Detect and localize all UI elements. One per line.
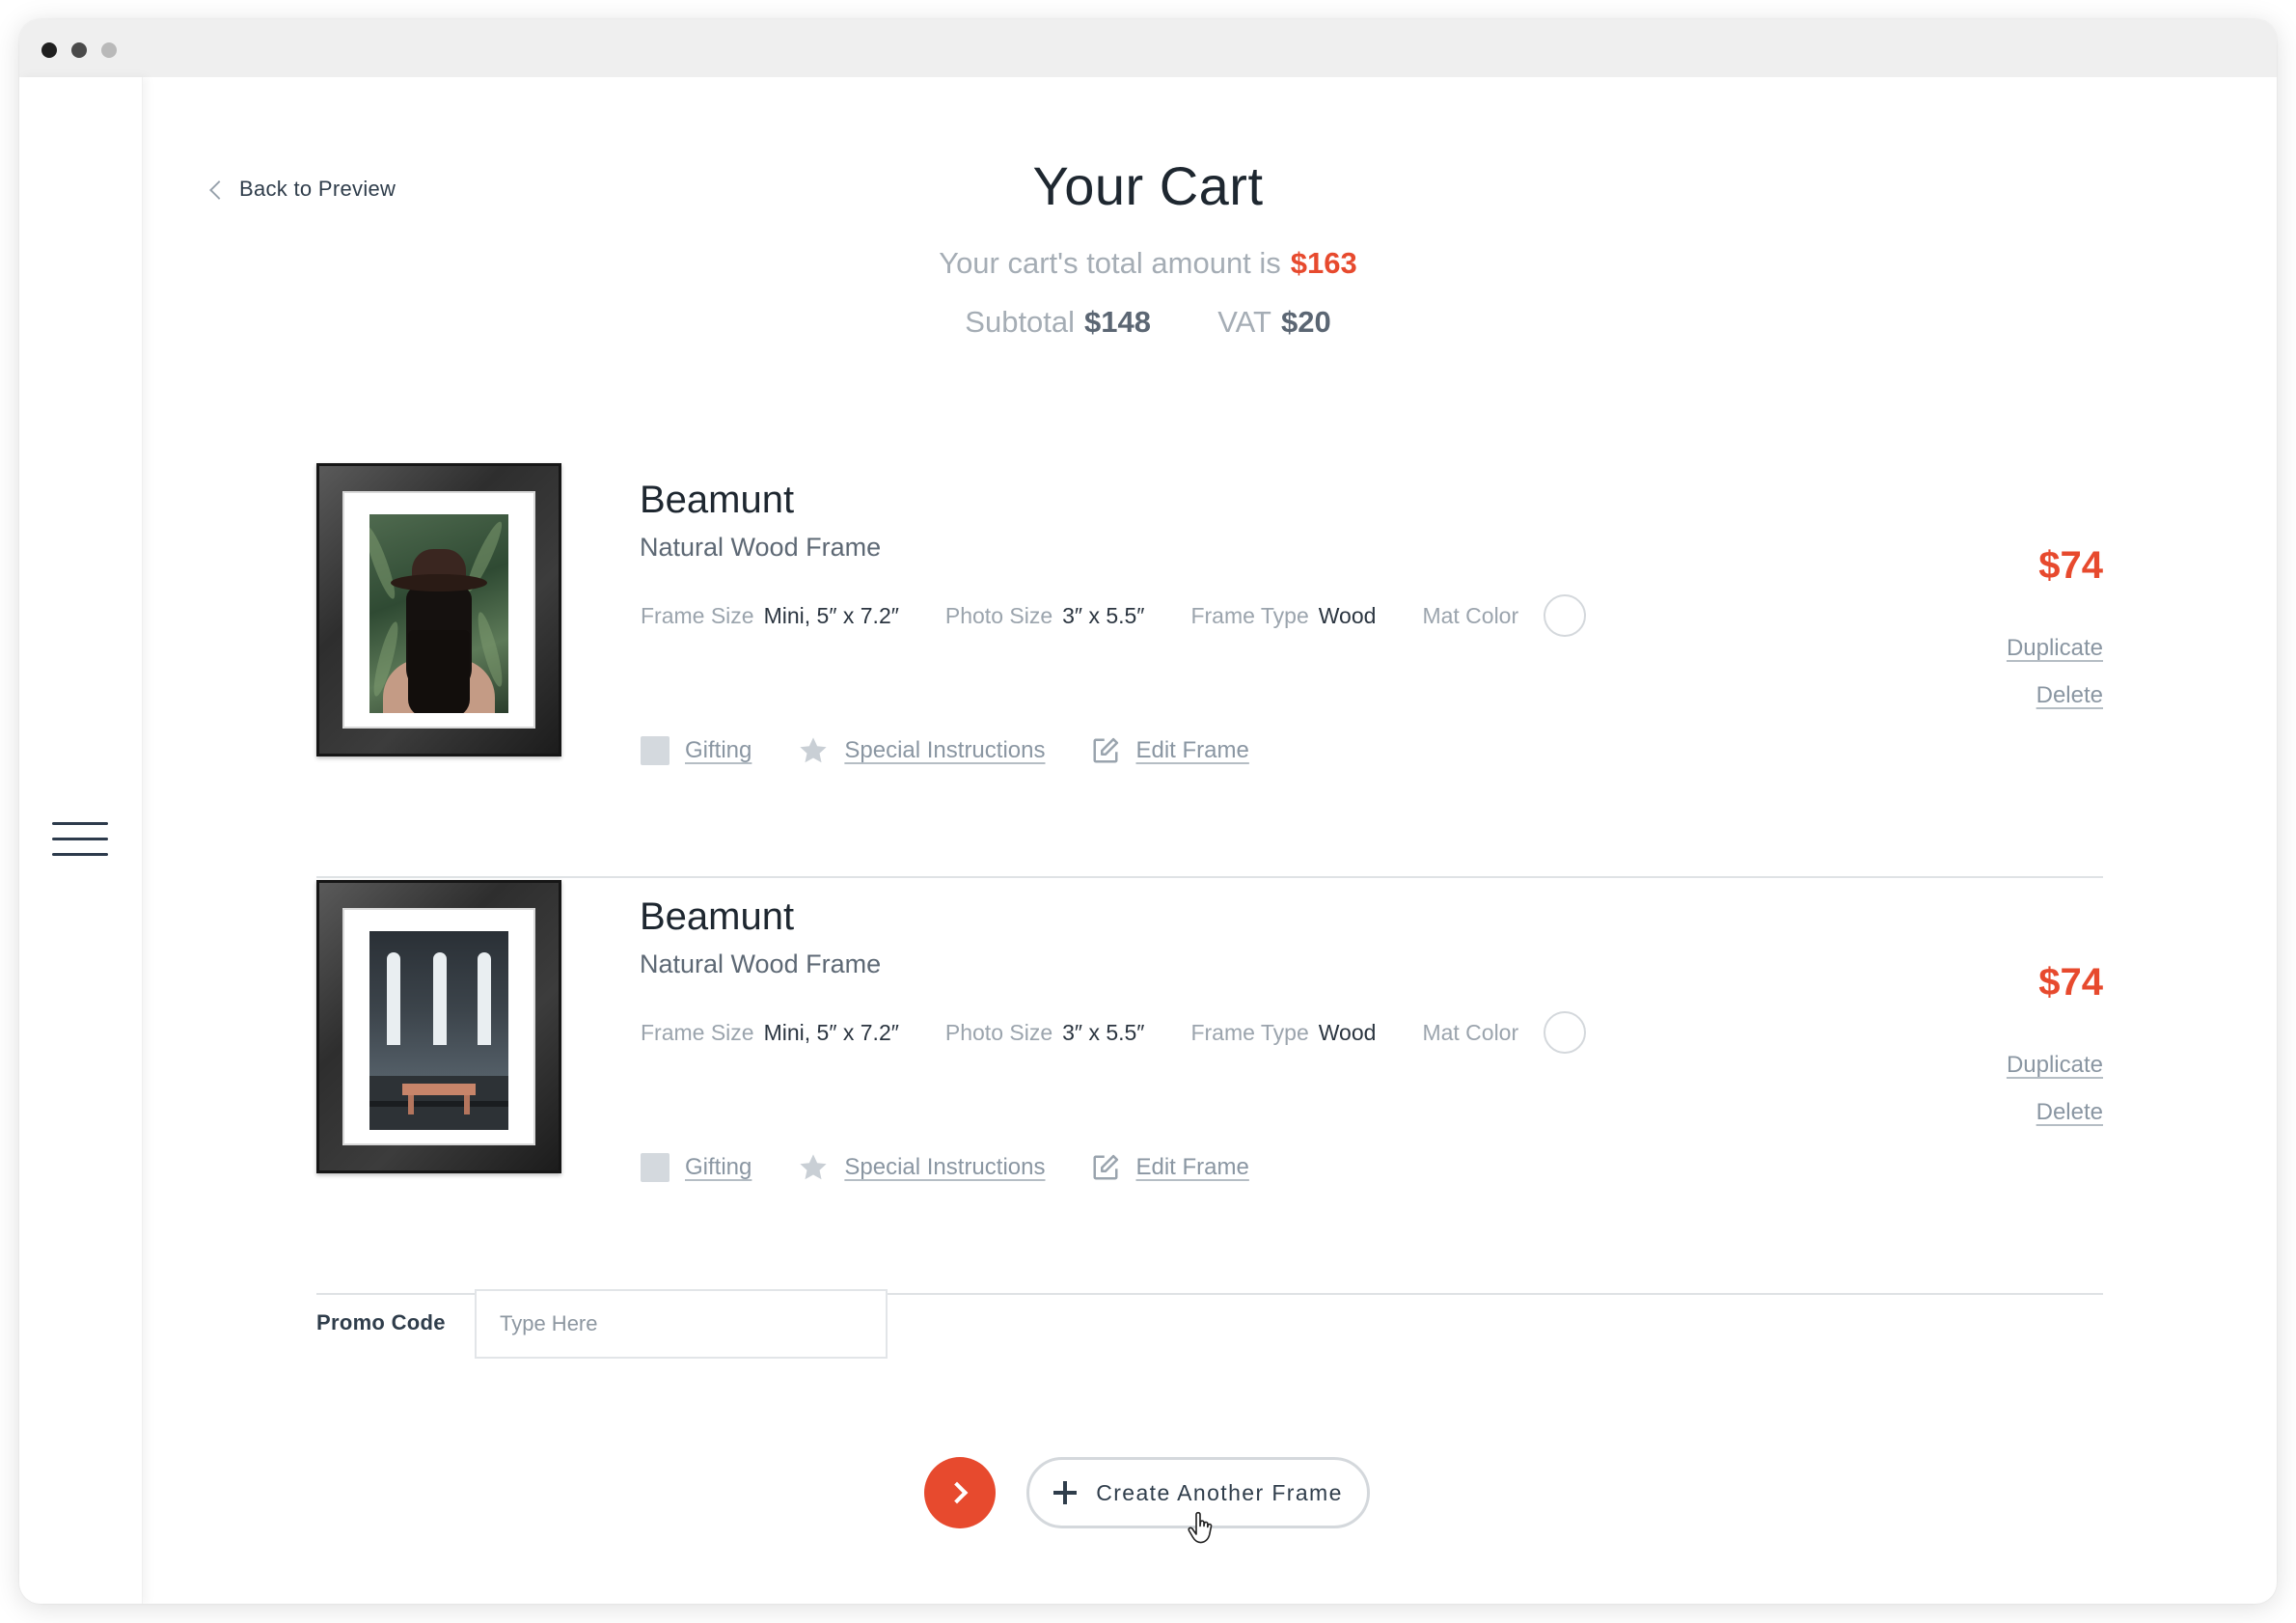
- frame-thumbnail: [316, 880, 561, 1173]
- item-price: $74: [2038, 961, 2103, 1004]
- star-icon: [800, 737, 827, 763]
- cart-total-line: Your cart's total amount is $163: [19, 246, 2277, 281]
- mat-color-swatch[interactable]: [1544, 1011, 1587, 1054]
- gifting-label[interactable]: Gifting: [685, 1154, 752, 1181]
- item-subtitle: Natural Wood Frame: [640, 533, 882, 562]
- spec-value: 3″ x 5.5″: [1062, 602, 1145, 628]
- subtotal-value: $148: [1084, 305, 1152, 339]
- window-minimize-dot[interactable]: [71, 42, 87, 58]
- spec-value: Wood: [1318, 602, 1377, 628]
- special-instructions-label[interactable]: Special Instructions: [844, 1154, 1045, 1181]
- spec-value: Mini, 5″ x 7.2″: [763, 602, 899, 628]
- subtotal-line: Subtotal $148 VAT $20: [19, 305, 2277, 340]
- window-maximize-dot[interactable]: [101, 42, 117, 58]
- star-icon: [800, 1154, 827, 1180]
- cart-total-amount: $163: [1290, 246, 1357, 280]
- spec-label: Frame Size: [641, 602, 754, 628]
- gifting-option[interactable]: Gifting: [641, 1153, 752, 1182]
- edit-frame-label[interactable]: Edit Frame: [1135, 737, 1248, 764]
- window-titlebar: [19, 19, 2277, 77]
- checkbox-icon[interactable]: [641, 736, 670, 765]
- window-close-dot[interactable]: [41, 42, 57, 58]
- frame-mat: [342, 491, 535, 729]
- spec-frame-size: Frame Size Mini, 5″ x 7.2″: [641, 1020, 899, 1046]
- gifting-label[interactable]: Gifting: [685, 737, 752, 764]
- edit-icon: [1093, 1154, 1119, 1180]
- spec-label: Frame Size: [641, 1019, 754, 1045]
- checkbox-icon[interactable]: [641, 1153, 670, 1182]
- edit-frame-label[interactable]: Edit Frame: [1135, 1154, 1248, 1181]
- duplicate-link[interactable]: Duplicate: [2007, 635, 2103, 662]
- mat-color-swatch[interactable]: [1544, 594, 1587, 637]
- special-instructions-link[interactable]: Special Instructions: [798, 1152, 1045, 1183]
- create-another-frame-label: Create Another Frame: [1096, 1479, 1343, 1505]
- spec-label: Mat Color: [1422, 602, 1519, 628]
- spec-mat-color: Mat Color: [1422, 594, 1587, 637]
- spec-label: Photo Size: [944, 602, 1053, 628]
- cart-item: Beamunt Natural Wood Frame Frame Size Mi…: [316, 463, 2103, 878]
- spec-value: 3″ x 5.5″: [1062, 1019, 1145, 1045]
- cart-item: Beamunt Natural Wood Frame Frame Size Mi…: [316, 880, 2103, 1295]
- spec-value: Wood: [1318, 1019, 1377, 1045]
- edit-frame-link[interactable]: Edit Frame: [1091, 1153, 1249, 1182]
- spec-label: Frame Type: [1190, 1019, 1309, 1045]
- promo-code-label: Promo Code: [316, 1310, 446, 1334]
- spec-frame-type: Frame Type Wood: [1190, 1020, 1376, 1046]
- duplicate-link[interactable]: Duplicate: [2007, 1052, 2103, 1079]
- delete-link[interactable]: Delete: [2036, 682, 2103, 709]
- item-name: Beamunt: [640, 895, 795, 938]
- woman-in-hat-photo: [369, 514, 508, 713]
- chapel-interior-photo: [369, 931, 508, 1130]
- spec-frame-size: Frame Size Mini, 5″ x 7.2″: [641, 603, 899, 629]
- item-subtitle: Natural Wood Frame: [640, 949, 882, 978]
- frame-mat: [342, 908, 535, 1145]
- spec-value: Mini, 5″ x 7.2″: [763, 1019, 899, 1045]
- spec-photo-size: Photo Size 3″ x 5.5″: [945, 1020, 1145, 1046]
- item-name: Beamunt: [640, 479, 795, 521]
- delete-link[interactable]: Delete: [2036, 1099, 2103, 1126]
- checkout-next-button[interactable]: [924, 1457, 996, 1528]
- promo-code-input[interactable]: [475, 1289, 888, 1359]
- spec-label: Frame Type: [1190, 602, 1309, 628]
- frame-thumbnail: [316, 463, 561, 756]
- page-title: Your Cart: [1032, 155, 1264, 216]
- gifting-option[interactable]: Gifting: [641, 736, 752, 765]
- plus-icon: [1053, 1481, 1078, 1504]
- subtotal-label: Subtotal: [965, 305, 1076, 339]
- edit-icon: [1093, 737, 1119, 763]
- menu-icon[interactable]: [52, 820, 108, 859]
- browser-window: Back to Preview Your Cart Your cart's to…: [19, 19, 2277, 1604]
- hand-cursor-icon: [1188, 1511, 1213, 1544]
- spec-photo-size: Photo Size 3″ x 5.5″: [945, 603, 1145, 629]
- vat-value: $20: [1280, 305, 1331, 339]
- item-divider: [316, 876, 2103, 878]
- item-actions: Gifting Special Instructions Edit Frame: [641, 735, 1296, 766]
- spec-label: Photo Size: [944, 1019, 1053, 1045]
- cart-total-text: Your cart's total amount is: [939, 246, 1281, 280]
- special-instructions-label[interactable]: Special Instructions: [844, 737, 1045, 764]
- item-price: $74: [2038, 544, 2103, 587]
- spec-frame-type: Frame Type Wood: [1190, 603, 1376, 629]
- edit-frame-link[interactable]: Edit Frame: [1091, 736, 1249, 765]
- vat-label: VAT: [1217, 305, 1271, 339]
- item-actions: Gifting Special Instructions Edit Frame: [641, 1152, 1296, 1183]
- special-instructions-link[interactable]: Special Instructions: [798, 735, 1045, 766]
- spec-label: Mat Color: [1422, 1019, 1519, 1045]
- chevron-right-icon: [945, 1481, 969, 1504]
- item-specs: Frame Size Mini, 5″ x 7.2″ Photo Size 3″…: [641, 1011, 1632, 1054]
- item-specs: Frame Size Mini, 5″ x 7.2″ Photo Size 3″…: [641, 594, 1632, 637]
- spec-mat-color: Mat Color: [1422, 1011, 1587, 1054]
